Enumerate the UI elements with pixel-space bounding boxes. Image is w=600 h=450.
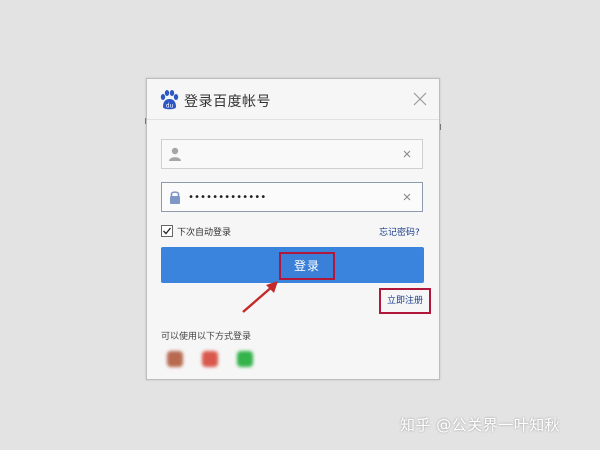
username-input[interactable] [188, 145, 388, 163]
dialog-title: 登录百度帐号 [184, 94, 271, 110]
social-icon-2[interactable] [202, 351, 218, 367]
register-highlight: 立即注册 [379, 288, 431, 314]
clear-x-icon[interactable] [401, 148, 413, 160]
user-icon [169, 147, 181, 161]
login-dialog: du 登录百度帐号 下次自动登录 [146, 78, 440, 380]
header-divider [147, 119, 439, 120]
username-field[interactable] [161, 139, 423, 169]
forgot-password-link[interactable]: 忘记密码? [379, 225, 420, 238]
social-icon-3[interactable] [237, 351, 253, 367]
password-input[interactable] [188, 188, 388, 206]
login-button[interactable]: 登录 [161, 247, 424, 283]
social-icon-1[interactable] [167, 351, 183, 367]
baidu-paw-icon: du [160, 90, 179, 110]
dialog-header: du 登录百度帐号 [147, 79, 439, 119]
password-field[interactable] [161, 182, 423, 212]
watermark-text: 知乎 @公关界一叶知秋 [400, 416, 561, 434]
edge-tick [145, 118, 146, 124]
checkbox-box[interactable] [161, 225, 173, 237]
red-arrow-annotation [242, 281, 278, 313]
remember-me-checkbox[interactable]: 下次自动登录 [161, 223, 231, 239]
svg-text:du: du [166, 103, 174, 110]
close-icon[interactable] [412, 91, 428, 107]
login-button-label: 登录 [279, 252, 335, 280]
register-link[interactable]: 立即注册 [381, 290, 429, 312]
edge-tick [440, 124, 441, 130]
checkmark-icon [163, 227, 172, 235]
lock-icon [170, 191, 180, 204]
other-login-label: 可以使用以下方式登录 [161, 332, 252, 342]
clear-x-icon[interactable] [401, 191, 413, 203]
remember-me-label: 下次自动登录 [177, 227, 232, 238]
